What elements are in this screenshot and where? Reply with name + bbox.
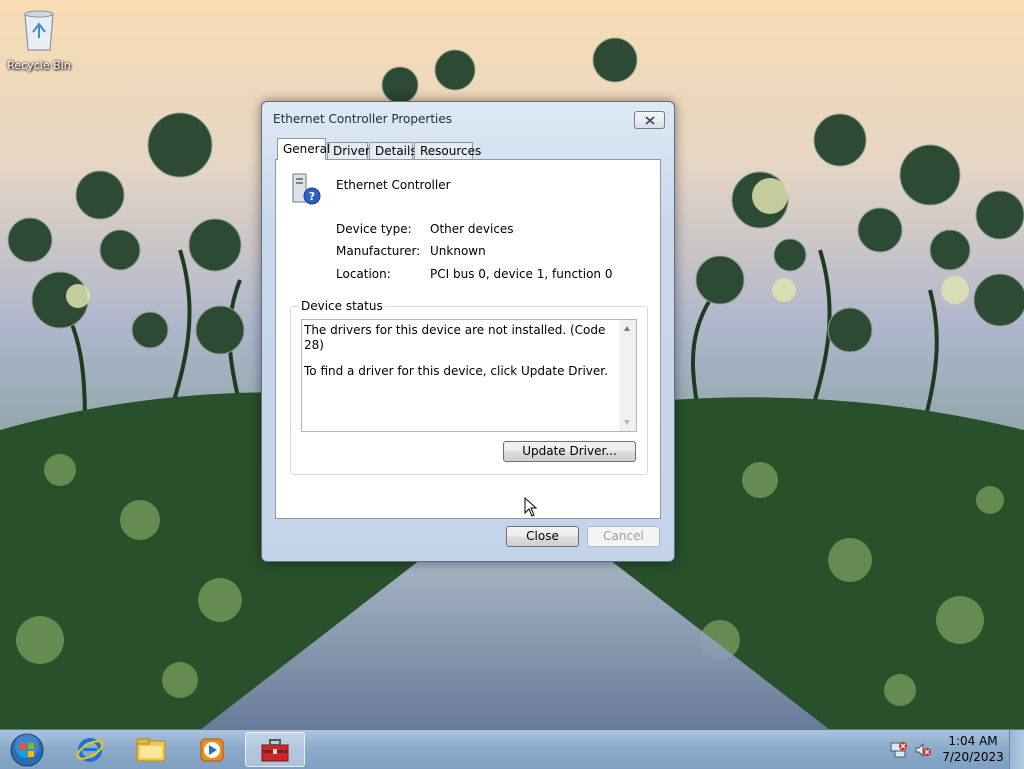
internet-explorer-icon [76,737,104,762]
taskbar-windows-explorer[interactable] [123,732,179,767]
device-type-value: Other devices [430,222,514,236]
location-value: PCI bus 0, device 1, function 0 [430,267,613,281]
manufacturer-label: Manufacturer: [336,244,421,258]
media-player-icon [200,738,224,761]
cancel-button[interactable]: Cancel [587,526,660,547]
tab-resources-label: Resources [420,144,482,158]
recycle-bin-label: Recycle Bin [7,59,71,72]
device-status-textbox[interactable]: The drivers for this device are not inst… [301,319,637,432]
tab-driver[interactable]: Driver [327,142,370,159]
manufacturer-value: Unknown [430,244,486,258]
location-label: Location: [336,267,391,281]
speaker-muted-icon[interactable] [914,741,932,759]
tab-resources[interactable]: Resources [414,142,481,159]
update-driver-button[interactable]: Update Driver... [503,441,636,462]
windows-start-orb-icon [10,733,44,766]
tab-details[interactable]: Details [369,142,417,159]
clock-date: 7/20/2023 [942,750,1004,764]
status-line-1: The drivers for this device are not inst… [304,323,606,352]
clock-time: 1:04 AM [948,734,998,748]
device-status-label: Device status [299,299,385,313]
recycle-bin-shortcut[interactable]: Recycle Bin [6,6,72,72]
device-name: Ethernet Controller [336,178,451,192]
svg-text:?: ? [309,190,315,203]
taskbar-device-manager[interactable] [245,732,305,767]
device-status-text: The drivers for this device are not inst… [304,323,616,379]
tab-driver-label: Driver [333,144,370,158]
ethernet-controller-properties-dialog: Ethernet Controller Properties General D… [261,101,675,562]
status-line-2: To find a driver for this device, click … [304,364,608,378]
unknown-device-icon: ? [292,173,321,205]
device-type-label: Device type: [336,222,412,236]
mouse-cursor-icon [524,497,538,517]
close-button[interactable]: Close [506,526,579,547]
show-desktop-button[interactable] [1009,730,1024,769]
tab-general[interactable]: General [277,138,330,160]
network-error-icon[interactable] [890,741,908,759]
folder-icon [136,738,166,761]
system-clock[interactable]: 1:04 AM 7/20/2023 [938,733,1008,765]
tab-details-label: Details [375,144,417,158]
taskbar: 1:04 AM 7/20/2023 [0,729,1024,769]
taskbar-internet-explorer[interactable] [62,732,118,767]
dialog-client-area: General Driver Details Resources ? Ether… [262,102,674,561]
tab-general-label: General [283,142,331,156]
toolbox-icon [261,738,289,761]
start-button[interactable] [0,732,54,767]
scroll-down-arrow-icon[interactable] [624,420,630,425]
scroll-up-arrow-icon[interactable] [624,326,630,331]
device-status-group: Device status The drivers for this devic… [290,299,648,475]
taskbar-media-player[interactable] [184,732,240,767]
status-scrollbar[interactable] [619,320,636,431]
recycle-bin-icon [24,10,54,51]
